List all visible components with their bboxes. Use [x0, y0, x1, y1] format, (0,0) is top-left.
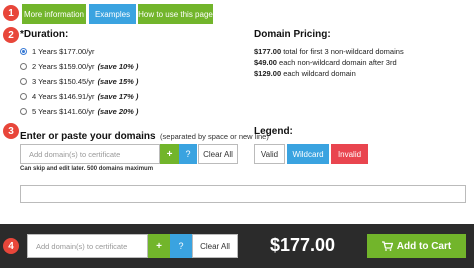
step-badge-1: 1 [3, 5, 19, 21]
pricing-amount: $129.00 [254, 69, 282, 78]
duration-option-label: 5 Years $141.60/yr [32, 107, 95, 116]
legend-valid: Valid [254, 144, 285, 164]
footer-clear-all-button[interactable]: Clear All [192, 234, 238, 258]
add-to-cart-label: Add to Cart [396, 240, 452, 252]
legend-invalid: Invalid [331, 144, 368, 164]
pricing-text: each non-wildcard domain after 3rd [279, 58, 397, 67]
domains-list-area[interactable] [20, 185, 466, 203]
radio-selected-icon[interactable] [20, 48, 27, 55]
domains-heading: Enter or paste your domains (separated b… [20, 126, 269, 144]
help-button[interactable]: ? [179, 144, 197, 164]
duration-option-2[interactable]: 2 Years $159.00/yr (save 10% ) [20, 62, 138, 71]
duration-option-label: 3 Years $150.45/yr [32, 77, 95, 86]
footer-domain-input[interactable]: Add domain(s) to certificate [27, 234, 148, 258]
pricing-line-3: $129.00 each wildcard domain [254, 69, 356, 78]
more-information-button[interactable]: More information [22, 4, 86, 24]
radio-icon[interactable] [20, 93, 27, 100]
pricing-line-2: $49.00 each non-wildcard domain after 3r… [254, 58, 397, 67]
clear-all-button[interactable]: Clear All [198, 144, 238, 164]
add-domain-button[interactable]: + [160, 144, 179, 164]
duration-option-label: 4 Years $146.91/yr [32, 92, 95, 101]
cart-icon [381, 241, 393, 251]
duration-option-save: (save 10% ) [97, 62, 139, 71]
duration-option-1[interactable]: 1 Years $177.00/yr [20, 47, 98, 56]
footer-help-button[interactable]: ? [170, 234, 192, 258]
pricing-title: Domain Pricing: [254, 29, 331, 40]
how-to-use-button[interactable]: How to use this page [138, 4, 213, 24]
pricing-text: total for first 3 non-wildcard domains [283, 47, 404, 56]
duration-option-save: (save 17% ) [97, 92, 139, 101]
legend-wildcard: Wildcard [287, 144, 329, 164]
duration-option-save: (save 15% ) [97, 77, 139, 86]
legend-title: Legend: [254, 126, 293, 137]
pricing-amount: $177.00 [254, 47, 282, 56]
step-badge-4: 4 [3, 238, 19, 254]
cart-total: $177.00 [270, 235, 336, 255]
pricing-amount: $49.00 [254, 58, 277, 67]
radio-icon[interactable] [20, 108, 27, 115]
domains-note: Can skip and edit later. 500 domains max… [20, 166, 154, 172]
examples-button[interactable]: Examples [89, 4, 136, 24]
duration-option-4[interactable]: 4 Years $146.91/yr (save 17% ) [20, 92, 138, 101]
domains-title: Enter or paste your domains [20, 131, 156, 142]
step-badge-3: 3 [3, 123, 19, 139]
pricing-line-1: $177.00 total for first 3 non-wildcard d… [254, 47, 404, 56]
duration-option-save: (save 20% ) [97, 107, 139, 116]
step-badge-2: 2 [3, 27, 19, 43]
duration-option-5[interactable]: 5 Years $141.60/yr (save 20% ) [20, 107, 138, 116]
domains-hint: (separated by space or new line) [160, 132, 269, 141]
domain-input[interactable]: Add domain(s) to certificate [20, 144, 160, 164]
duration-option-label: 1 Years $177.00/yr [32, 47, 95, 56]
duration-option-label: 2 Years $159.00/yr [32, 62, 95, 71]
duration-title: *Duration: [20, 29, 69, 40]
radio-icon[interactable] [20, 78, 27, 85]
pricing-text: each wildcard domain [283, 69, 356, 78]
footer-add-button[interactable]: + [148, 234, 170, 258]
radio-icon[interactable] [20, 63, 27, 70]
duration-option-3[interactable]: 3 Years $150.45/yr (save 15% ) [20, 77, 138, 86]
add-to-cart-button[interactable]: Add to Cart [367, 234, 466, 258]
